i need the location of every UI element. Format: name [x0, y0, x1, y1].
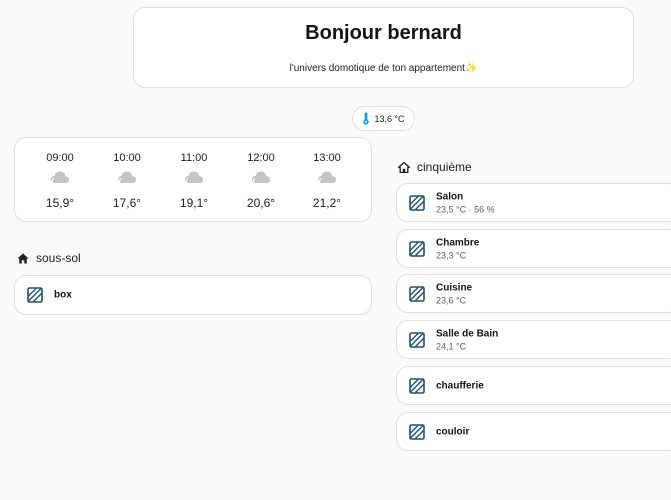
cloudy-icon [251, 169, 271, 190]
room-tile-text: chaufferie [436, 379, 484, 392]
room-tile-box[interactable]: box [14, 275, 372, 315]
room-tile-text: couloir [436, 425, 469, 438]
thermometer-icon [362, 112, 370, 125]
cloudy-icon [317, 169, 337, 190]
greeting-subtitle: l'univers domotique de ton appartement✨ [289, 63, 478, 74]
room-icon [409, 194, 425, 211]
room-tile-chambre[interactable]: Chambre 23,3 °C [396, 229, 671, 268]
weather-forecast-card[interactable]: 09:00 15,9° 10:00 17,6° 11:00 19,1° 12:0… [14, 137, 372, 222]
cloudy-icon [50, 169, 70, 190]
greeting-title: Bonjour bernard [305, 22, 462, 44]
room-tile-text: box [54, 289, 72, 302]
room-tile-salon[interactable]: Salon 23,5 °C · 56 % [396, 183, 671, 222]
forecast-temperature: 21,2° [312, 196, 342, 210]
home-outline-icon [398, 161, 410, 173]
room-name: box [54, 289, 72, 301]
room-name: chaufferie [436, 380, 484, 391]
room-tile-cuisine[interactable]: Cuisine 23,6 °C [396, 274, 671, 313]
room-name: couloir [436, 426, 470, 437]
area-title-label: cinquième [417, 160, 472, 174]
room-name: Chambre [436, 237, 480, 248]
home-icon [17, 253, 29, 264]
forecast-time: 12:00 [247, 152, 275, 164]
room-name: Cuisine [436, 282, 473, 293]
room-state: 23,3 °C [436, 250, 467, 260]
greeting-card: Bonjour bernard l'univers domotique de t… [133, 7, 634, 88]
room-tile-text: Chambre 23,3 °C [436, 236, 479, 261]
forecast-temperature: 15,9° [45, 196, 75, 210]
room-name: Salle de Bain [436, 328, 499, 339]
area-title-sous-sol: sous-sol [17, 251, 81, 265]
cloudy-icon [184, 169, 204, 190]
room-icon [409, 331, 425, 348]
outdoor-temperature-chip[interactable]: 13,6 °C [352, 106, 415, 131]
room-tile-text: Salle de Bain 24,1 °C [436, 327, 498, 352]
room-icon [409, 423, 425, 440]
outdoor-temperature-value: 13,6 °C [374, 113, 405, 124]
cloudy-icon [117, 169, 137, 190]
room-tile-text: Cuisine 23,6 °C [436, 281, 472, 306]
forecast-temperature: 17,6° [112, 196, 142, 210]
room-tile-couloir[interactable]: couloir [396, 412, 671, 451]
forecast-time: 11:00 [180, 152, 208, 164]
room-state: 23,5 °C · 56 % [436, 204, 495, 214]
room-icon [409, 240, 425, 257]
room-tile-salle-de-bain[interactable]: Salle de Bain 24,1 °C [396, 320, 671, 359]
forecast-time: 10:00 [113, 152, 141, 164]
room-tile-chaufferie[interactable]: chaufferie [396, 366, 671, 405]
room-tile-text: Salon 23,5 °C · 56 % [436, 190, 495, 215]
forecast-time: 09:00 [46, 152, 74, 164]
forecast-time: 13:00 [313, 152, 341, 164]
room-name: Salon [436, 191, 464, 202]
room-state: 24,1 °C [436, 341, 467, 351]
dashboard: Bonjour bernard l'univers domotique de t… [0, 0, 671, 500]
room-icon [409, 285, 425, 302]
area-title-cinquieme: cinquième [398, 160, 472, 174]
forecast-temperature: 20,6° [246, 196, 276, 210]
room-icon [409, 377, 425, 394]
room-icon [27, 287, 43, 303]
room-state: 23,6 °C [436, 295, 467, 305]
forecast-temperature: 19,1° [179, 196, 209, 210]
area-title-label: sous-sol [36, 251, 81, 265]
